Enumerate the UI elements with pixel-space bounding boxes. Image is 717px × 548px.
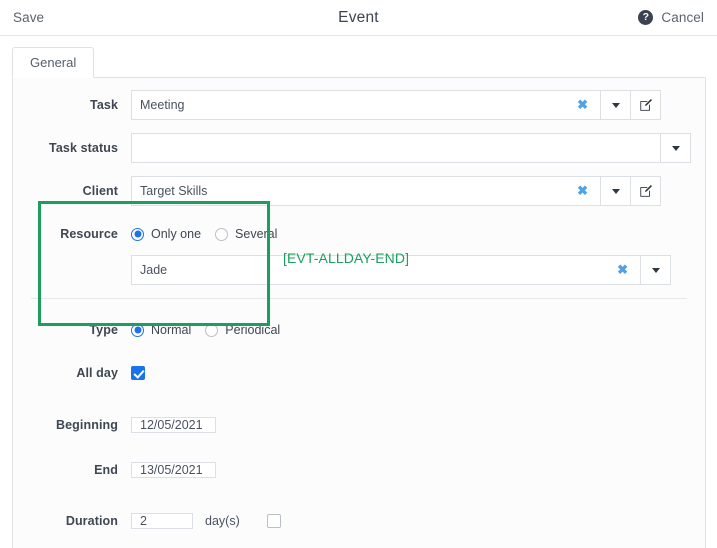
duration-unit-label: day(s) — [205, 514, 240, 528]
top-bar: Save Event ? Cancel — [0, 0, 717, 36]
cancel-button[interactable]: Cancel — [661, 10, 704, 25]
client-control-group: Target Skills ✖ — [131, 176, 661, 206]
all-day-row: All day — [13, 358, 705, 388]
tab-general[interactable]: General — [12, 47, 94, 78]
type-option-label: Normal — [151, 323, 191, 337]
clear-icon[interactable]: ✖ — [573, 97, 592, 113]
type-radio-periodical[interactable]: Periodical — [205, 323, 280, 337]
top-bar-right-group: ? Cancel — [638, 10, 704, 25]
resource-radio-several[interactable]: Several — [215, 227, 277, 241]
chevron-down-icon — [672, 146, 680, 151]
task-row: Task Meeting ✖ — [13, 90, 705, 120]
task-status-row: Task status — [13, 133, 705, 163]
client-dropdown-button[interactable] — [601, 176, 631, 206]
task-dropdown-button[interactable] — [601, 90, 631, 120]
save-button[interactable]: Save — [13, 10, 44, 25]
annotation-label: [EVT-ALLDAY-END] — [283, 250, 409, 266]
edit-square-icon — [639, 184, 653, 198]
chevron-down-icon — [652, 268, 660, 273]
task-status-label: Task status — [13, 141, 131, 155]
client-input[interactable]: Target Skills ✖ — [131, 176, 601, 206]
duration-label: Duration — [13, 514, 131, 528]
chevron-down-icon — [612, 103, 620, 108]
client-value: Target Skills — [140, 184, 573, 198]
client-label: Client — [13, 184, 131, 198]
client-edit-button[interactable] — [631, 176, 661, 206]
edit-square-icon — [639, 98, 653, 112]
resource-radio-only-one[interactable]: Only one — [131, 227, 201, 241]
end-row: End 13/05/2021 — [13, 455, 705, 485]
resource-row: Resource Only one Several — [13, 219, 705, 249]
end-date-input[interactable]: 13/05/2021 — [131, 462, 216, 478]
beginning-date-value: 12/05/2021 — [140, 418, 207, 432]
radio-unselected-icon[interactable] — [215, 228, 228, 241]
chevron-down-icon — [612, 189, 620, 194]
type-option-label: Periodical — [225, 323, 280, 337]
radio-selected-icon[interactable] — [131, 228, 144, 241]
task-input[interactable]: Meeting ✖ — [131, 90, 601, 120]
duration-row: Duration 2 day(s) — [13, 506, 705, 536]
end-label: End — [13, 463, 131, 477]
radio-unselected-icon[interactable] — [205, 324, 218, 337]
resource-option-label: Only one — [151, 227, 201, 241]
duration-checkbox[interactable] — [267, 514, 281, 528]
task-status-dropdown-button[interactable] — [661, 133, 691, 163]
all-day-checkbox[interactable] — [131, 366, 145, 380]
task-value: Meeting — [140, 98, 573, 112]
type-radio-normal[interactable]: Normal — [131, 323, 191, 337]
task-status-control-group — [131, 133, 691, 163]
resource-dropdown-button[interactable] — [641, 255, 671, 285]
task-control-group: Meeting ✖ — [131, 90, 661, 120]
all-day-label: All day — [13, 366, 131, 380]
beginning-row: Beginning 12/05/2021 — [13, 410, 705, 440]
resource-option-label: Several — [235, 227, 277, 241]
task-label: Task — [13, 98, 131, 112]
resource-label: Resource — [13, 227, 131, 241]
duration-input[interactable]: 2 — [131, 513, 193, 529]
help-icon[interactable]: ? — [638, 10, 653, 25]
page-title: Event — [0, 9, 717, 27]
beginning-date-input[interactable]: 12/05/2021 — [131, 417, 216, 433]
clear-icon[interactable]: ✖ — [613, 262, 632, 278]
radio-selected-icon[interactable] — [131, 324, 144, 337]
event-form-panel: Task Meeting ✖ Task status — [12, 78, 706, 548]
client-row: Client Target Skills ✖ — [13, 176, 705, 206]
clear-icon[interactable]: ✖ — [573, 183, 592, 199]
duration-value: 2 — [140, 514, 184, 528]
tab-strip: General — [0, 47, 717, 78]
end-date-value: 13/05/2021 — [140, 463, 207, 477]
task-edit-button[interactable] — [631, 90, 661, 120]
type-label: Type — [13, 323, 131, 337]
type-row: Type Normal Periodical — [13, 315, 705, 345]
beginning-label: Beginning — [13, 418, 131, 432]
task-status-input[interactable] — [131, 133, 661, 163]
section-divider — [31, 298, 687, 299]
